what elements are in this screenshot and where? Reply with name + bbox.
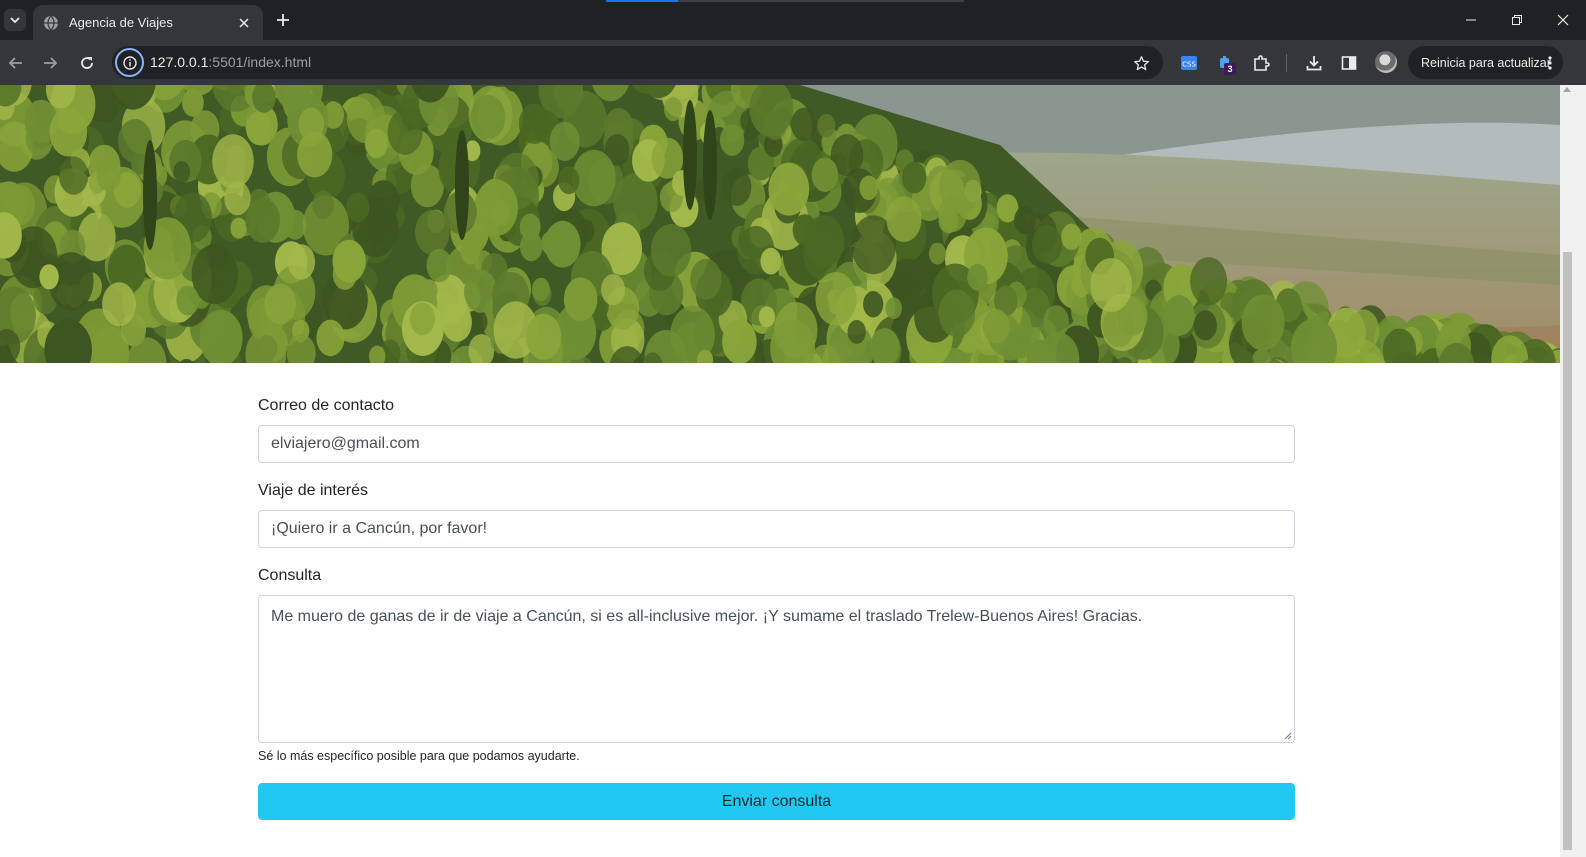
downloads-button[interactable] (1302, 51, 1326, 75)
info-icon (122, 55, 137, 70)
forest-landscape-image (0, 85, 1560, 363)
close-icon (1557, 14, 1569, 26)
profile-avatar[interactable] (1375, 51, 1397, 73)
scrollbar-thumb[interactable] (1563, 252, 1572, 850)
trip-input[interactable]: ¡Quiero ir a Cancún, por favor! (258, 510, 1295, 548)
loading-indicator (606, 0, 678, 2)
minimize-button[interactable] (1448, 0, 1494, 40)
toolbar-divider (1286, 54, 1287, 72)
css-extension-button[interactable]: CSS (1177, 51, 1201, 75)
reload-icon (81, 57, 93, 69)
plus-icon (277, 14, 289, 26)
kebab-menu-icon[interactable] (1543, 53, 1557, 73)
window-controls (1448, 0, 1586, 40)
chevron-down-icon (10, 17, 20, 24)
minimize-icon (1466, 19, 1476, 21)
page-scrollbar[interactable] (1560, 85, 1586, 857)
update-label: Reinicia para actualizar (1421, 55, 1551, 70)
puzzle-icon (1254, 55, 1270, 71)
query-label: Consulta (258, 567, 322, 584)
svg-text:CSS: CSS (1182, 61, 1196, 69)
url-path: :5501/index.html (208, 54, 312, 70)
url-host: 127.0.0.1 (150, 54, 209, 70)
restore-icon (1512, 15, 1522, 25)
back-button[interactable] (4, 51, 28, 75)
restore-button[interactable] (1494, 0, 1540, 40)
address-bar[interactable]: 127.0.0.1:5501/index.html (112, 46, 1163, 79)
hero-forest-image (0, 85, 1560, 363)
loading-track (678, 0, 964, 2)
globe-icon (44, 15, 58, 30)
browser-toolbar: 127.0.0.1:5501/index.html CSS Reinicia p… (0, 40, 1586, 85)
submit-button[interactable]: Enviar consulta (258, 783, 1295, 820)
arrow-right-icon (44, 57, 58, 69)
query-textarea[interactable]: Me muero de ganas de ir de viaje a Cancú… (258, 595, 1295, 743)
email-label: Correo de contacto (258, 397, 395, 414)
star-icon (1133, 55, 1149, 70)
tab-search-button[interactable] (4, 9, 26, 31)
resize-grip-icon[interactable] (1283, 731, 1292, 740)
scroll-up-arrow[interactable] (1563, 87, 1571, 92)
side-panel-button[interactable] (1337, 51, 1361, 75)
close-window-button[interactable] (1540, 0, 1586, 40)
query-text: Me muero de ganas de ir de viaje a Cancú… (271, 608, 1143, 625)
page-viewport: Correo de contacto elviajero@gmail.com V… (0, 85, 1586, 857)
trip-label: Viaje de interés (258, 482, 368, 499)
arrow-left-icon (8, 57, 22, 69)
site-info-button[interactable] (115, 48, 144, 77)
download-icon (1306, 56, 1322, 71)
css-extension-icon: CSS (1181, 56, 1197, 70)
close-tab-icon[interactable] (235, 14, 253, 32)
forward-button[interactable] (38, 51, 62, 75)
extensions-menu-button[interactable] (1249, 51, 1273, 75)
browser-tab[interactable]: Agencia de Viajes (33, 5, 263, 40)
tab-strip: Agencia de Viajes (0, 0, 1586, 40)
new-tab-button[interactable] (272, 9, 294, 31)
bookmark-button[interactable] (1131, 53, 1151, 73)
extension-badge: 3 (1224, 63, 1236, 75)
help-text: Sé lo más específico posible para que po… (258, 749, 580, 763)
update-button[interactable]: Reinicia para actualizar (1408, 46, 1563, 79)
tab-title: Agencia de Viajes (69, 15, 173, 30)
url-text: 127.0.0.1:5501/index.html (150, 54, 311, 70)
email-input[interactable]: elviajero@gmail.com (258, 425, 1295, 463)
reload-button[interactable] (75, 51, 99, 75)
side-panel-icon (1341, 56, 1357, 70)
